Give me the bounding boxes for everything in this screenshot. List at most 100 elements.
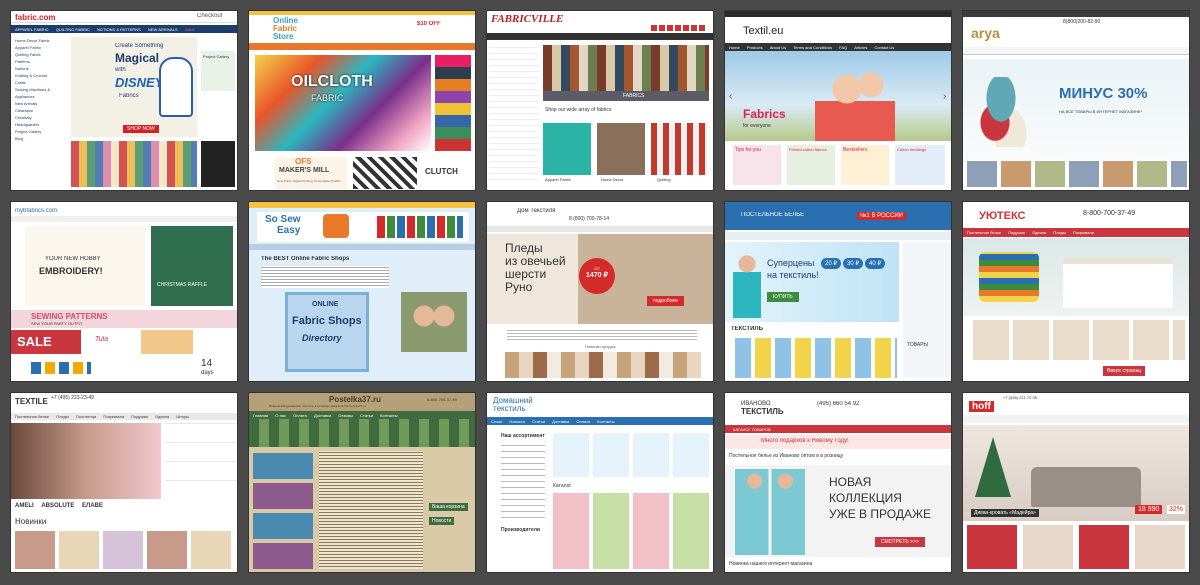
site-logo[interactable]: ПОСТЕЛЬНОЕ БЕЛЬЕ <box>741 212 804 218</box>
curtain-banner[interactable] <box>249 419 475 447</box>
tile-postelka37[interactable]: Postelka37.ru Ивановский домашний тексти… <box>248 392 476 573</box>
hero-banner[interactable]: Fabrics for everyone ‹ › <box>725 51 951 141</box>
details-button[interactable]: подробнее <box>647 296 685 306</box>
tile-fabric-com[interactable]: fabric.com Checkout APPAREL FABRIC QUILT… <box>10 10 238 191</box>
scroll-top-button[interactable]: Вверх страниц <box>1103 366 1146 376</box>
side-promos[interactable] <box>165 423 237 499</box>
menu-item[interactable]: NEW ARRIVALS <box>148 27 178 32</box>
sidebar-item[interactable]: Quilting Fabric <box>15 51 57 58</box>
product-row[interactable] <box>731 338 897 378</box>
hero-banner[interactable]: Суперцены на текстиль! 20 ₽ 30 ₽ 40 ₽ КУ… <box>725 242 899 322</box>
hero-banner[interactable]: YOUR NEW HOBBY EMBROIDERY! <box>25 226 145 306</box>
catalog-button[interactable]: КАТАЛОГ ТОВАРОВ <box>733 427 771 432</box>
sidebar-item[interactable]: Apparel Fabric <box>15 44 57 51</box>
menu-item[interactable]: Home <box>729 45 740 50</box>
hero-fabric-rolls[interactable] <box>543 45 709 97</box>
next-arrow-icon[interactable]: › <box>943 91 946 102</box>
directory-book[interactable]: ONLINE Fabric Shops Directory <box>285 292 369 372</box>
view-button[interactable]: СМОТРЕТЬ >>> <box>875 537 925 547</box>
menu-item[interactable]: О нас <box>275 413 286 418</box>
product-grid[interactable] <box>253 451 313 569</box>
product-card[interactable] <box>651 123 707 175</box>
pattern-thumbnail[interactable] <box>353 157 417 189</box>
menu-item[interactable]: Подушки <box>131 414 148 419</box>
menu-item[interactable]: Контакты <box>380 413 397 418</box>
sidebar-item[interactable]: Crafts <box>15 79 57 86</box>
header-banner[interactable]: So Sew Easy <box>257 212 469 242</box>
promo-badge[interactable]: $10 OFF <box>417 21 441 27</box>
tile-online-fabric-store[interactable]: Online Fabric Store $10 OFF OILCLOTH FAB… <box>248 10 476 191</box>
fabric-swatches-row[interactable] <box>71 141 197 187</box>
site-logo[interactable]: Postelka37.ru <box>329 395 381 404</box>
sidebar-item[interactable]: Notions <box>15 65 57 72</box>
color-swatches[interactable] <box>435 55 471 151</box>
sidebar-item[interactable]: Clearance <box>15 107 57 114</box>
checkout-link[interactable]: Checkout <box>197 13 222 19</box>
phone-number[interactable]: 8(800)200-82-90 <box>1063 19 1100 25</box>
tile-mybfabrics[interactable]: mybfabrics.com YOUR NEW HOBBY EMBROIDERY… <box>10 201 238 382</box>
site-logo[interactable]: Textil.eu <box>743 25 783 37</box>
phone-number[interactable]: 8-800-700-37-49 <box>427 397 457 402</box>
menu-item[interactable]: SALE <box>185 27 195 32</box>
site-logo[interactable]: hoff <box>969 401 994 412</box>
sidebar-item[interactable]: Home Décor Fabric <box>15 37 57 44</box>
sewing-patterns-banner[interactable]: SEWING PATTERNS SEW YOUR PARTY OUTFIT <box>11 310 237 328</box>
side-promo[interactable]: Project Gallery <box>201 51 235 91</box>
social-icons[interactable] <box>651 25 705 31</box>
site-logo[interactable]: arya <box>971 25 1000 41</box>
sidebar-item[interactable]: Knitting & Crochet <box>15 72 57 79</box>
menu-item[interactable]: Отзывы <box>338 413 353 418</box>
product-thumbnails[interactable] <box>15 531 235 569</box>
menu-item[interactable]: Доставка <box>552 419 569 424</box>
menu-item[interactable]: Покрывала <box>1073 230 1094 235</box>
side-banner[interactable]: CHRISTMAS RAFFLE <box>151 226 233 306</box>
menu-item[interactable]: Постельное белье <box>15 414 49 419</box>
menu-item[interactable]: Сезон <box>491 419 502 424</box>
promo-tile[interactable] <box>141 330 193 354</box>
menu-item[interactable]: Articles <box>854 45 867 50</box>
menu-item[interactable]: Оплата <box>576 419 590 424</box>
phone-number[interactable]: (495) 660 54 92 <box>817 401 859 407</box>
tile-dom-tekstilya[interactable]: Дом Текстиля 8 (800) 700-78-14 Пледы из … <box>486 201 714 382</box>
product-thumbnails[interactable] <box>967 161 1187 187</box>
menu-item[interactable]: Шторы <box>176 414 189 419</box>
brand-logo[interactable]: ABSOLUTE <box>41 503 74 509</box>
site-logo[interactable]: Online Fabric Store <box>273 17 298 41</box>
tile-domashniy-tekstil[interactable]: Домашний текстиль Сезон Новости Статьи Д… <box>486 392 714 573</box>
hero-banner[interactable]: МИНУС 30% НА ВСЕ ТОВАРЫ В ИНТЕРНЕТ МАГАЗ… <box>963 59 1189 159</box>
menu-item[interactable]: Контакты <box>597 419 614 424</box>
menu-item[interactable]: Полотенца <box>76 414 96 419</box>
menu-item[interactable]: Products <box>747 45 763 50</box>
hero-banner[interactable] <box>11 423 161 499</box>
site-logo[interactable]: Домашний текстиль <box>493 397 533 413</box>
sidebar-item[interactable]: New Arrivals <box>15 100 57 107</box>
site-logo[interactable]: ИВАНОВО ТЕКСТИЛЬ <box>741 401 784 416</box>
prev-arrow-icon[interactable]: ‹ <box>729 91 732 102</box>
menu-item[interactable]: About Us <box>770 45 786 50</box>
hero-banner[interactable]: Диван-кровать «Мадейра» 18 990 32% <box>963 425 1189 521</box>
tile-postelnoe-bele[interactable]: ПОСТЕЛЬНОЕ БЕЛЬЕ №1 В РОССИИ Суперцены н… <box>724 201 952 382</box>
sidebar-item[interactable]: Project Gallery <box>15 128 57 135</box>
tile-uyuteks[interactable]: УЮТЕКС 8-800-700-37-49 Постельное белье … <box>962 201 1190 382</box>
phone-number[interactable]: 8-800-700-37-49 <box>1083 210 1135 217</box>
tile-fabricville[interactable]: FABRICVILLE FABRICS Shop our wide array … <box>486 10 714 191</box>
menu-item[interactable]: Пледы <box>1053 230 1066 235</box>
promo-card[interactable]: Cotton beddings <box>895 145 945 185</box>
menu-item[interactable]: Одеяла <box>1032 230 1046 235</box>
menu-item[interactable]: QUILTING FABRIC <box>56 27 90 32</box>
menu-item[interactable]: APPAREL FABRIC <box>15 27 49 32</box>
product-thumbnails[interactable] <box>505 352 701 378</box>
menu-item[interactable]: Постельное белье <box>967 230 1001 235</box>
tile-hoff[interactable]: hoff +7 (495) 221 72 35 Диван-кровать «М… <box>962 392 1190 573</box>
phone-number[interactable]: +7 (495) 223-23-49 <box>51 395 94 401</box>
menu-item[interactable]: Одеяла <box>155 414 169 419</box>
sidebar-item[interactable]: Patterns <box>15 58 57 65</box>
menu-item[interactable]: Пледы <box>56 414 69 419</box>
site-logo[interactable]: УЮТЕКС <box>979 210 1025 222</box>
menu-item[interactable]: Статьи <box>360 413 373 418</box>
hero-banner[interactable]: OILCLOTH FABRIC <box>255 55 431 151</box>
tile-textile-store[interactable]: TEXTILE +7 (495) 223-23-49 Постельное бе… <box>10 392 238 573</box>
menu-item[interactable]: Новости <box>509 419 524 424</box>
swatch-black[interactable] <box>201 141 235 187</box>
category-grid[interactable] <box>969 320 1185 360</box>
